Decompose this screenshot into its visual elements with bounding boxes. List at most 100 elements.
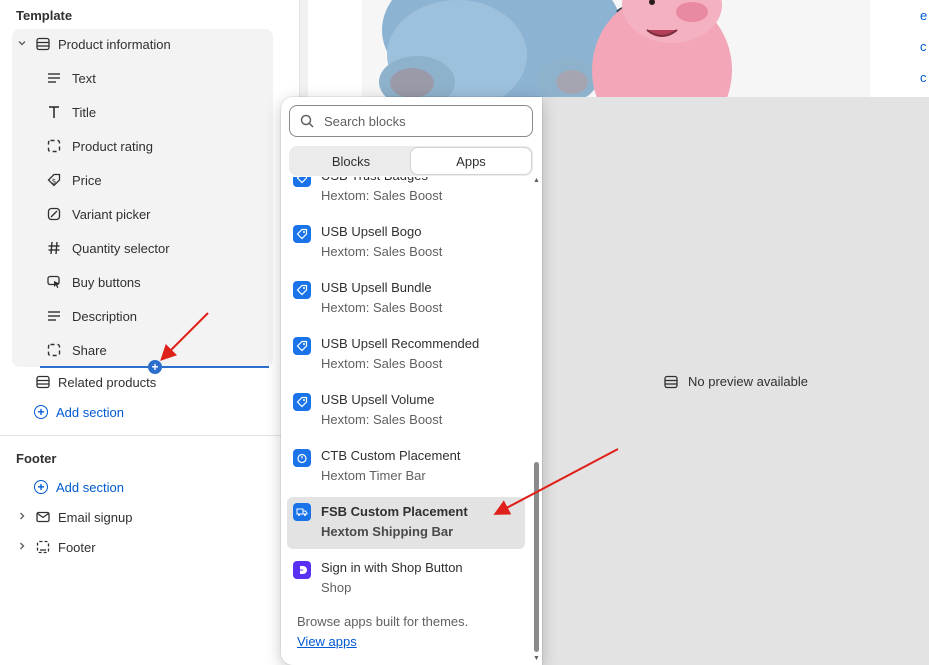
chevron-right-icon[interactable] (12, 541, 32, 554)
scroll-down-arrow-icon[interactable]: ▼ (533, 655, 540, 662)
footer-layout-icon (32, 539, 54, 555)
block-buy-buttons[interactable]: Buy buttons (44, 268, 141, 296)
search-blocks-input[interactable] (324, 113, 524, 129)
block-buy-buttons-label: Buy buttons (72, 274, 141, 290)
section-email-signup-label: Email signup (58, 509, 133, 525)
sidebar-divider (0, 435, 300, 436)
block-title[interactable]: Title (44, 98, 96, 126)
title-t-icon (44, 104, 64, 120)
hextom-tag-icon (293, 337, 311, 355)
app-block-name: USB Upsell Bogo (321, 224, 422, 239)
hextom-tag-icon (293, 177, 311, 187)
scrollbar-thumb[interactable] (534, 462, 539, 652)
block-type-tabs: Blocks Apps (289, 146, 533, 176)
app-block-name: USB Upsell Volume (321, 392, 435, 407)
list-item[interactable]: CTB Custom Placement Hextom Timer Bar (287, 447, 525, 499)
block-price-label: Price (72, 172, 102, 188)
tab-blocks[interactable]: Blocks (291, 148, 411, 174)
list-item-selected[interactable]: FSB Custom Placement Hextom Shipping Bar (287, 497, 525, 549)
app-block-provider: Hextom Shipping Bar (321, 524, 454, 539)
no-preview-message: No preview available (664, 374, 808, 389)
product-image (362, 0, 870, 97)
block-product-rating[interactable]: Product rating (44, 132, 153, 160)
dashed-square-icon (44, 342, 64, 358)
dashed-square-icon (44, 138, 64, 154)
shop-logo-icon (293, 561, 311, 579)
plus-circle-icon: + (34, 480, 48, 494)
popover-scrollbar[interactable]: ▲ ▼ (531, 177, 541, 665)
list-item[interactable]: Sign in with Shop Button Shop (287, 559, 525, 611)
add-section-label: Add section (56, 404, 124, 420)
template-group-label: Template (16, 8, 73, 23)
chevron-down-icon[interactable] (12, 38, 32, 51)
plus-circle-icon: + (34, 405, 48, 419)
app-block-provider: Hextom: Sales Boost (321, 300, 443, 315)
block-text-label: Text (72, 70, 96, 86)
section-layout-icon (32, 36, 54, 52)
hextom-timer-icon (293, 449, 311, 467)
block-product-rating-label: Product rating (72, 138, 153, 154)
hash-icon (44, 240, 64, 256)
section-footer[interactable]: Footer (12, 533, 273, 561)
block-variant-picker[interactable]: Variant picker (44, 200, 151, 228)
block-description-label: Description (72, 308, 138, 324)
app-block-name: USB Trust Badges (321, 177, 428, 185)
variant-picker-icon (44, 206, 64, 222)
svg-text:$: $ (52, 178, 56, 186)
app-block-provider: Hextom: Sales Boost (321, 356, 443, 371)
app-block-name: USB Upsell Recommended (321, 336, 480, 351)
section-layout-icon (664, 375, 678, 389)
hextom-tag-icon (293, 393, 311, 411)
price-tag-icon: $ (44, 172, 64, 188)
browse-apps-text: Browse apps built for themes. (297, 614, 469, 629)
edge-partial-text: ecc (920, 8, 928, 85)
search-icon (300, 114, 314, 128)
app-block-provider: Hextom Timer Bar (321, 468, 426, 483)
block-quantity-selector[interactable]: Quantity selector (44, 234, 170, 262)
block-text[interactable]: Text (44, 64, 96, 92)
search-blocks-field[interactable] (289, 105, 533, 137)
view-apps-link[interactable]: View apps (297, 634, 357, 649)
app-block-provider: Shop (321, 580, 352, 595)
envelope-icon (32, 509, 54, 525)
footer-add-section-button[interactable]: + Add section (34, 476, 124, 498)
list-item[interactable]: USB Upsell Bundle Hextom: Sales Boost (287, 279, 525, 331)
list-item[interactable]: USB Upsell Volume Hextom: Sales Boost (287, 391, 525, 443)
block-price[interactable]: $ Price (44, 166, 102, 194)
text-lines-icon (44, 70, 64, 86)
add-block-popover: Blocks Apps USB Trust Badges Hextom: Sal… (281, 97, 542, 665)
cursor-click-icon (44, 274, 64, 290)
list-item[interactable]: USB Upsell Bogo Hextom: Sales Boost (287, 223, 525, 275)
app-block-name: CTB Custom Placement (321, 448, 461, 463)
section-layout-icon (32, 374, 54, 390)
block-description[interactable]: Description (44, 302, 137, 330)
block-variant-picker-label: Variant picker (72, 206, 151, 222)
block-share-label: Share (72, 342, 107, 358)
list-item[interactable]: USB Upsell Recommended Hextom: Sales Boo… (287, 335, 525, 387)
section-email-signup[interactable]: Email signup (12, 503, 273, 531)
footer-add-section-label: Add section (56, 479, 124, 495)
app-block-provider: Hextom: Sales Boost (321, 244, 443, 259)
app-block-provider: Hextom: Sales Boost (321, 188, 443, 203)
list-item[interactable]: USB Trust Badges Hextom: Sales Boost (287, 177, 525, 219)
footer-group-label: Footer (16, 451, 57, 466)
text-lines-icon (44, 308, 64, 324)
section-product-information-label: Product information (58, 36, 171, 52)
tab-apps[interactable]: Apps (411, 148, 531, 174)
block-title-label: Title (72, 104, 97, 120)
block-share[interactable]: Share (44, 336, 107, 364)
section-product-information[interactable]: Product information (12, 30, 273, 58)
hextom-tag-icon (293, 281, 311, 299)
hextom-truck-icon (293, 503, 311, 521)
theme-editor-sidebar: Template Product information Text Title … (0, 0, 300, 665)
hextom-tag-icon (293, 225, 311, 243)
no-preview-label: No preview available (688, 374, 808, 389)
app-block-name: FSB Custom Placement (321, 504, 468, 519)
scroll-up-arrow-icon[interactable]: ▲ (533, 177, 540, 184)
add-section-button[interactable]: + Add section (34, 401, 124, 423)
app-block-name: USB Upsell Bundle (321, 280, 432, 295)
chevron-right-icon[interactable] (12, 511, 32, 524)
app-blocks-list: USB Trust Badges Hextom: Sales Boost USB… (281, 177, 531, 665)
block-quantity-selector-label: Quantity selector (72, 240, 170, 256)
section-related-products[interactable]: Related products (32, 368, 272, 396)
